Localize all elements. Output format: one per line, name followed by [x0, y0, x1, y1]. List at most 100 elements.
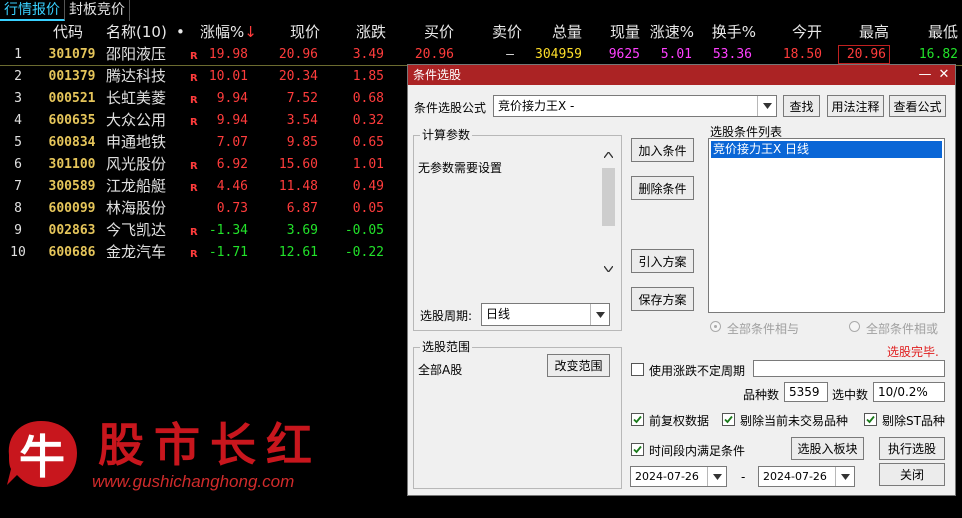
row-number: 5 — [14, 135, 22, 150]
close-button[interactable]: 关闭 — [879, 463, 945, 486]
change-amount: 0.49 — [352, 179, 384, 194]
exclude-notrade-checkbox[interactable] — [722, 413, 735, 426]
date-to-value: 2024-07-26 — [763, 470, 827, 483]
current-price: 9.85 — [286, 135, 318, 150]
prefq-checkbox[interactable] — [631, 413, 644, 426]
stock-code: 000521 — [48, 91, 96, 106]
add-condition-button[interactable]: 加入条件 — [631, 138, 694, 162]
delete-condition-button[interactable]: 删除条件 — [631, 176, 694, 200]
range-value: 全部A股 — [418, 363, 463, 377]
current-price: 15.60 — [278, 157, 318, 172]
stock-code: 600099 — [48, 201, 96, 216]
stock-code: 600686 — [48, 245, 96, 260]
date-from-input[interactable]: 2024-07-26 — [630, 466, 727, 487]
dialog-title: 条件选股 — [413, 68, 462, 82]
variable-period-input[interactable] — [753, 360, 945, 377]
stock-name: 长虹美菱 — [106, 89, 167, 107]
chevron-down-icon[interactable] — [590, 304, 609, 325]
radio-all-or[interactable] — [849, 321, 860, 332]
execute-button[interactable]: 执行选股 — [879, 437, 945, 460]
exclude-st-checkbox[interactable] — [864, 413, 877, 426]
usage-button[interactable]: 用法注释 — [827, 95, 884, 117]
current-price: 3.69 — [286, 223, 318, 238]
low-price: 16.82 — [918, 47, 958, 62]
col-name[interactable]: 名称(10) — [106, 22, 176, 43]
watermark-url: www.gushichanghong.com — [92, 472, 295, 491]
tab-limit-bidding[interactable]: 封板竞价 — [65, 0, 130, 21]
condition-list-item[interactable]: 竞价接力王X 日线 — [711, 141, 942, 158]
radio-all-and-label: 全部条件相与 — [727, 322, 800, 336]
row-number: 6 — [14, 157, 22, 172]
change-pct: 19.98 — [208, 47, 248, 62]
table-row[interactable]: 1 301079 邵阳液压 R 19.98 20.96 3.49 20.96 – 304959 96… — [0, 44, 962, 66]
formula-select[interactable]: 竞价接力王X - — [493, 95, 777, 117]
close-icon[interactable]: ✕ — [935, 65, 953, 85]
change-amount: 1.01 — [352, 157, 384, 172]
col-pct[interactable]: 涨幅%↓ — [200, 22, 257, 43]
stock-name: 腾达科技 — [106, 67, 167, 85]
stock-name: 风光股份 — [106, 155, 167, 173]
col-turnover[interactable]: 换手% — [710, 22, 756, 43]
params-group: 计算参数 无参数需要设置 选股周期: 日线 — [413, 128, 622, 331]
date-to-input[interactable]: 2024-07-26 — [758, 466, 855, 487]
chevron-down-icon[interactable] — [835, 467, 854, 486]
row-number: 3 — [14, 91, 22, 106]
current-price: 20.34 — [278, 69, 318, 84]
col-speed[interactable]: 涨速% — [648, 22, 694, 43]
col-cur-vol[interactable]: 现量 — [604, 22, 640, 43]
col-dot: • — [176, 23, 185, 41]
col-pct-label: 涨幅% — [200, 23, 245, 41]
logo-char: 牛 — [19, 430, 65, 484]
col-bid[interactable]: 买价 — [410, 22, 454, 43]
turnover-rate: 53.36 — [712, 47, 752, 62]
col-price[interactable]: 现价 — [268, 22, 320, 43]
chevron-down-icon[interactable] — [757, 96, 776, 116]
change-pct: 9.94 — [216, 113, 248, 128]
current-price: 12.61 — [278, 245, 318, 260]
col-high[interactable]: 最高 — [853, 22, 889, 43]
to-block-button[interactable]: 选股入板块 — [791, 437, 864, 460]
params-text: 无参数需要设置 — [418, 161, 503, 175]
col-volume[interactable]: 总量 — [548, 22, 582, 43]
stock-code: 300589 — [48, 179, 96, 194]
rzrq-flag — [190, 134, 200, 155]
stock-name: 大众公用 — [106, 111, 167, 129]
variable-period-checkbox[interactable] — [631, 363, 644, 376]
chevron-down-icon[interactable] — [707, 467, 726, 486]
date-separator: - — [741, 470, 746, 484]
change-amount: -0.22 — [344, 245, 384, 260]
minimize-icon[interactable]: — — [916, 65, 934, 85]
change-amount: 1.85 — [352, 69, 384, 84]
col-ask[interactable]: 卖价 — [478, 22, 522, 43]
save-scheme-button[interactable]: 保存方案 — [631, 287, 694, 311]
find-button[interactable]: 查找 — [783, 95, 820, 117]
status-text: 选股完毕. — [887, 345, 939, 359]
condition-list[interactable]: 竞价接力王X 日线 — [708, 138, 945, 313]
scroll-up-icon[interactable] — [604, 152, 613, 158]
range-title: 选股范围 — [420, 340, 473, 354]
radio-all-and[interactable] — [710, 321, 721, 332]
scroll-thumb[interactable] — [602, 168, 615, 226]
sort-arrow-icon: ↓ — [244, 23, 257, 41]
tab-quotes[interactable]: 行情报价 — [0, 0, 65, 21]
condition-select-dialog: 条件选股 — ✕ 条件选股公式 竞价接力王X - 查找 用法注释 查看公式 计算… — [407, 64, 956, 496]
dialog-titlebar[interactable]: 条件选股 — ✕ — [408, 65, 955, 85]
col-change[interactable]: 涨跌 — [340, 22, 386, 43]
col-code[interactable]: 代码 — [44, 22, 92, 43]
range-group: 选股范围 全部A股 改变范围 — [413, 340, 622, 489]
params-scrollbar[interactable] — [600, 150, 617, 278]
change-range-button[interactable]: 改变范围 — [547, 354, 610, 377]
rzrq-flag — [190, 200, 200, 221]
prefq-label: 前复权数据 — [649, 414, 710, 428]
col-open[interactable]: 今开 — [786, 22, 822, 43]
import-scheme-button[interactable]: 引入方案 — [631, 249, 694, 273]
col-low[interactable]: 最低 — [920, 22, 958, 43]
top-tabs: 行情报价 封板竞价 — [0, 0, 130, 21]
time-range-checkbox[interactable] — [631, 443, 644, 456]
view-formula-button[interactable]: 查看公式 — [889, 95, 946, 117]
change-pct: -1.71 — [208, 245, 248, 260]
period-select[interactable]: 日线 — [481, 303, 610, 326]
stock-code: 301100 — [48, 157, 96, 172]
scroll-down-icon[interactable] — [604, 266, 613, 272]
change-pct: 6.92 — [216, 157, 248, 172]
